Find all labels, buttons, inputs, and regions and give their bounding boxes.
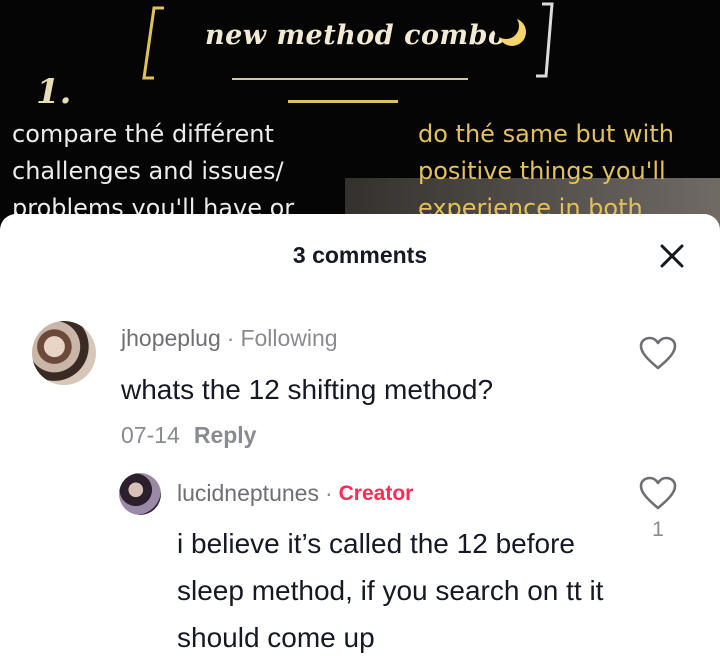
comment-count: 3 comments xyxy=(292,242,428,268)
reply-button[interactable]: Reply xyxy=(194,422,257,449)
comments-sheet: 3 comments jhopeplug · Following whats t… xyxy=(0,214,720,662)
like-count: 1 xyxy=(652,518,664,541)
video-title: new method combo xyxy=(205,20,507,51)
comment-actions: 07-14 Reply xyxy=(121,422,256,449)
comment-meta: jhopeplug · Following xyxy=(121,325,338,352)
avatar[interactable] xyxy=(119,473,161,515)
bracket-right-decoration xyxy=(536,2,554,78)
close-icon xyxy=(660,244,684,268)
avatar[interactable] xyxy=(32,321,96,385)
heart-outline-icon[interactable] xyxy=(638,335,678,371)
video-left-text: compare thé différent challenges and iss… xyxy=(12,120,295,222)
close-button[interactable] xyxy=(652,236,692,276)
reply-meta: lucidneptunes · Creator xyxy=(177,480,413,507)
step-number: 1. xyxy=(36,72,72,112)
title-underline xyxy=(232,78,468,80)
reply-text: i believe it’s called the 12 before slee… xyxy=(177,528,604,653)
creator-badge: Creator xyxy=(338,481,414,505)
video-right-text: do thé same but with positive things you… xyxy=(418,120,674,222)
comment-text: whats the 12 shifting method? xyxy=(121,374,494,405)
reply-username[interactable]: lucidneptunes xyxy=(177,480,319,507)
video-frame[interactable]: new method combo 1. compare thé différen… xyxy=(0,0,720,240)
meta-separator: · xyxy=(324,480,333,506)
comment-date: 07-14 xyxy=(121,422,180,448)
bracket-left-decoration xyxy=(142,6,164,80)
comments-header: 3 comments xyxy=(0,214,720,298)
comment-username[interactable]: jhopeplug xyxy=(121,325,221,352)
heart-outline-icon[interactable] xyxy=(638,475,678,511)
following-label: Following xyxy=(240,325,338,351)
meta-separator: · xyxy=(226,325,235,351)
crescent-moon-icon xyxy=(494,14,526,46)
gold-divider xyxy=(288,100,398,103)
